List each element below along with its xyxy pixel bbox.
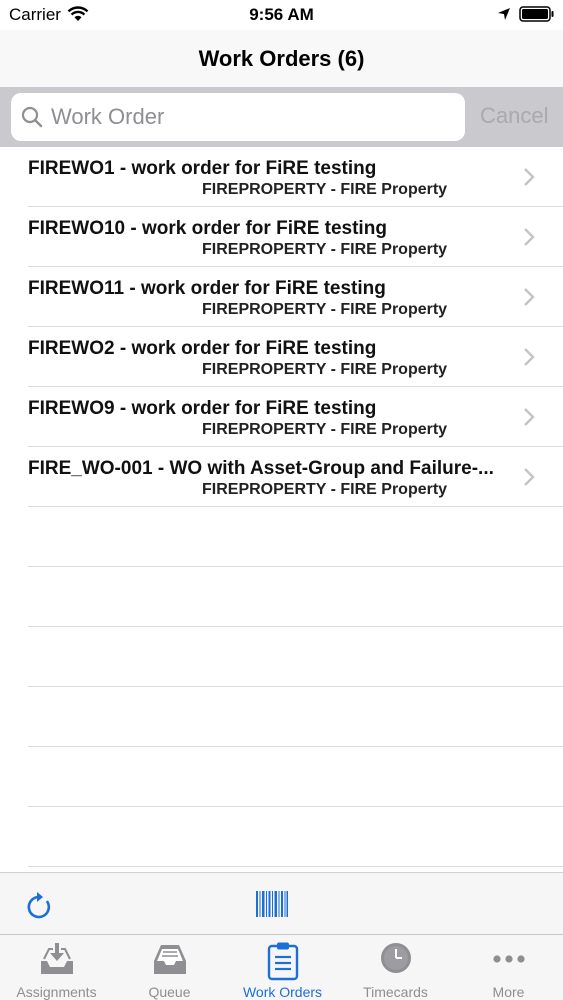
page-title: Work Orders (6)	[198, 46, 365, 71]
work-order-property: FIREPROPERTY - FIRE Property	[202, 361, 448, 378]
work-order-list: FIREWO1 - work order for FiRE testing FI…	[0, 147, 563, 867]
clipboard-icon	[267, 942, 298, 981]
tab-timecards[interactable]: Timecards	[339, 935, 452, 1000]
barcode-icon[interactable]	[256, 891, 288, 917]
clock-icon	[380, 943, 411, 973]
work-order-row[interactable]: FIREWO9 - work order for FiRE testing FI…	[0, 387, 563, 447]
tray-icon	[153, 945, 186, 974]
navigation-bar: Work Orders (6)	[0, 30, 563, 87]
search-bar: Cancel	[0, 87, 563, 147]
work-order-property: FIREPROPERTY - FIRE Property	[202, 181, 448, 198]
status-bar: Carrier 9:56 AM	[0, 0, 563, 30]
tab-more[interactable]: More	[452, 935, 563, 1000]
tab-assignments[interactable]: Assignments	[0, 935, 113, 1000]
status-time: 9:56 AM	[249, 5, 314, 24]
tab-bar: Assignments Queue Work Orders Timecards …	[0, 934, 563, 1000]
tab-label: Timecards	[363, 984, 428, 1000]
work-order-title: FIREWO10 - work order for FiRE testing	[28, 218, 387, 239]
work-order-row[interactable]: FIREWO10 - work order for FiRE testing F…	[0, 207, 563, 267]
work-order-title: FIREWO2 - work order for FiRE testing	[28, 338, 377, 359]
work-order-row[interactable]: FIRE_WO-001 - WO with Asset-Group and Fa…	[0, 447, 563, 507]
work-order-property: FIREPROPERTY - FIRE Property	[202, 301, 448, 318]
work-order-row[interactable]: FIREWO2 - work order for FiRE testing FI…	[0, 327, 563, 387]
battery-icon	[519, 6, 554, 22]
empty-row-separator	[0, 747, 563, 807]
tab-queue[interactable]: Queue	[113, 935, 226, 1000]
search-icon	[21, 106, 43, 128]
work-order-row[interactable]: FIREWO11 - work order for FiRE testing F…	[0, 267, 563, 327]
tab-label: More	[492, 984, 525, 1000]
work-order-title: FIRE_WO-001 - WO with Asset-Group and Fa…	[28, 458, 494, 479]
refresh-icon[interactable]	[25, 891, 53, 921]
work-order-row[interactable]: FIREWO1 - work order for FiRE testing FI…	[0, 147, 563, 207]
chevron-right-icon	[524, 228, 535, 246]
tab-label: Assignments	[16, 984, 97, 1000]
work-order-property: FIREPROPERTY - FIRE Property	[202, 241, 448, 258]
empty-row-separator	[0, 807, 563, 867]
chevron-right-icon	[524, 348, 535, 366]
tab-work-orders[interactable]: Work Orders	[226, 935, 339, 1000]
empty-row-separator	[0, 687, 563, 747]
search-field[interactable]	[11, 93, 465, 141]
empty-row-separator	[0, 627, 563, 687]
empty-row-separator	[0, 567, 563, 627]
chevron-right-icon	[524, 288, 535, 306]
location-arrow-icon	[498, 8, 510, 20]
cancel-button[interactable]: Cancel	[480, 103, 548, 129]
chevron-right-icon	[524, 468, 535, 486]
work-order-property: FIREPROPERTY - FIRE Property	[202, 481, 448, 498]
search-input[interactable]	[51, 93, 456, 141]
empty-row-separator	[0, 507, 563, 567]
more-dots-icon	[492, 955, 525, 963]
chevron-right-icon	[524, 408, 535, 426]
tab-label: Queue	[148, 984, 191, 1000]
work-order-title: FIREWO1 - work order for FiRE testing	[28, 158, 377, 179]
bottom-toolbar	[0, 872, 563, 934]
inbox-download-icon	[40, 943, 73, 974]
work-order-title: FIREWO11 - work order for FiRE testing	[28, 278, 386, 299]
chevron-right-icon	[524, 168, 535, 186]
work-order-property: FIREPROPERTY - FIRE Property	[202, 421, 448, 438]
work-order-title: FIREWO9 - work order for FiRE testing	[28, 398, 377, 419]
tab-label: Work Orders	[242, 984, 323, 1000]
